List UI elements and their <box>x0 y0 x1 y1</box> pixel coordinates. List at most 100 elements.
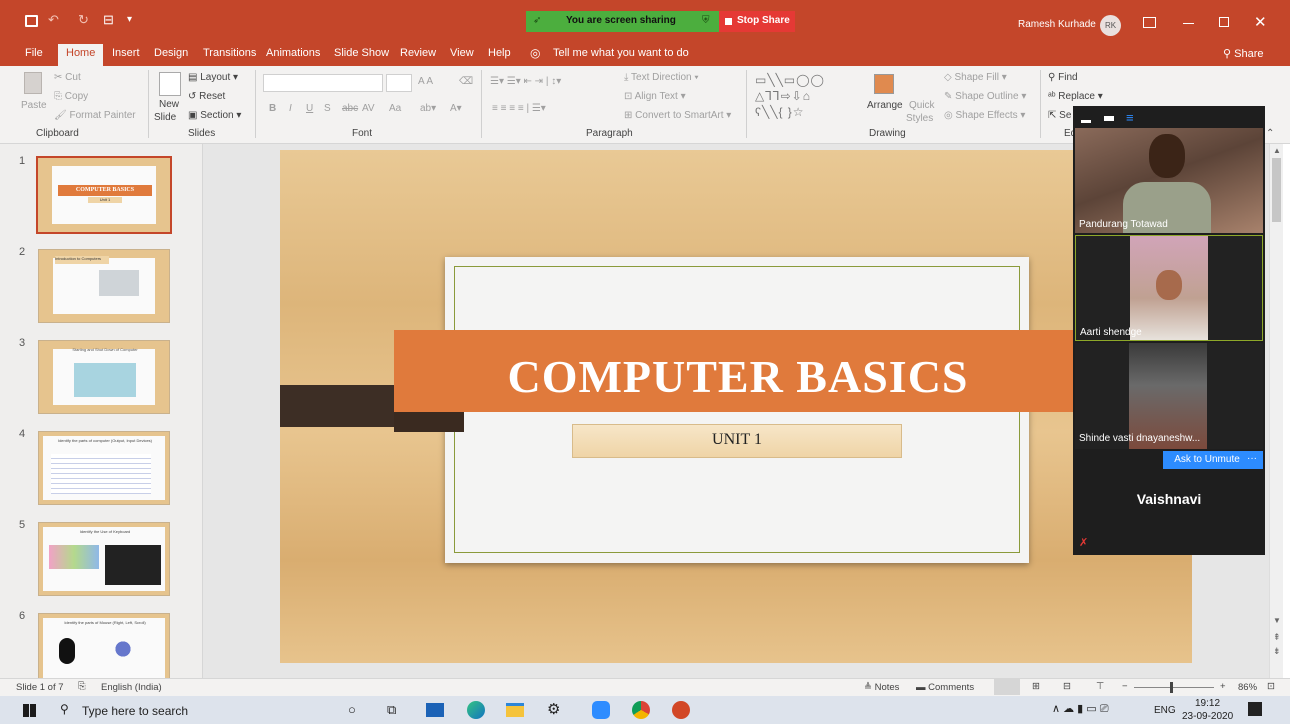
italic-button[interactable]: I <box>289 103 292 114</box>
view-list-icon[interactable]: ≡ <box>1126 110 1134 125</box>
vertical-scrollbar[interactable]: ▲ ▼ ⇞ ⇟ <box>1269 144 1283 678</box>
text-direction-button[interactable]: ⤓ Text Direction ▾ <box>624 72 699 83</box>
slide-thumbnail-4[interactable]: Identify the parts of computer (Output, … <box>38 431 170 505</box>
undo-icon[interactable]: ↶ <box>48 12 59 28</box>
windows-start-icon[interactable] <box>23 704 36 717</box>
tab-insert[interactable]: Insert <box>112 47 140 59</box>
underline-button[interactable]: U <box>306 103 313 114</box>
slide-show-icon[interactable]: ⊤ <box>1096 681 1104 692</box>
present-icon[interactable]: ⊟ <box>103 12 114 28</box>
participant-video-3[interactable]: Shinde vasti dnayaneshw... <box>1075 343 1263 449</box>
zoom-slider[interactable] <box>1134 687 1214 688</box>
ask-to-unmute-button[interactable]: Ask to Unmute <box>1163 451 1251 469</box>
tab-review[interactable]: Review <box>400 47 436 59</box>
clear-formatting-icon[interactable]: ⌫ <box>459 76 473 87</box>
slide-thumbnail-6[interactable]: Identify the parts of Mouse (Right, Left… <box>38 613 170 678</box>
slide-thumbnail-2[interactable]: Introduction to Computers <box>38 249 170 323</box>
settings-icon[interactable]: ⚙ <box>547 700 560 718</box>
tab-home[interactable]: Home <box>58 44 104 66</box>
normal-view-icon[interactable] <box>994 679 1020 695</box>
avatar[interactable]: RK <box>1100 15 1121 36</box>
format-painter-button[interactable]: 🖌 Format Painter <box>54 110 136 121</box>
reset-button[interactable]: ↺ Reset <box>188 91 225 102</box>
tell-me-search[interactable]: Tell me what you want to do <box>553 47 689 59</box>
bullets-icon[interactable]: ☰▾ ☰▾ ⇤ ⇥ | ↕▾ <box>490 76 561 87</box>
font-color-icon[interactable]: A▾ <box>450 103 462 114</box>
task-view-icon[interactable]: ⧉ <box>387 702 396 718</box>
system-tray-icons[interactable]: ∧ ☁ ▮ ▭ ⎚ <box>1052 702 1109 716</box>
character-spacing-button[interactable]: AV <box>362 103 375 114</box>
slide-thumbnail-5[interactable]: Identify the Use of Keyboard <box>38 522 170 596</box>
font-family-select[interactable] <box>263 74 383 92</box>
more-options-button[interactable]: ··· <box>1241 451 1263 469</box>
layout-button[interactable]: ▤ Layout ▾ <box>188 72 238 83</box>
fit-slide-icon[interactable]: ⊡ <box>1267 681 1275 692</box>
minimize-video-icon[interactable] <box>1081 120 1091 123</box>
powerpoint-icon[interactable] <box>672 701 690 719</box>
font-size-select[interactable] <box>386 74 412 92</box>
quick-styles-button[interactable]: Quick <box>909 100 935 111</box>
language-indicator[interactable]: ENG <box>1154 705 1176 716</box>
slide-thumbnail-1[interactable]: COMPUTER BASICS Unit 1 <box>36 156 172 234</box>
minimize-icon[interactable] <box>1183 23 1194 24</box>
zoom-slider-thumb[interactable] <box>1170 682 1173 693</box>
find-button[interactable]: ⚲ Find <box>1048 72 1078 83</box>
tab-transitions[interactable]: Transitions <box>203 47 256 59</box>
notifications-icon[interactable] <box>1248 702 1262 716</box>
stop-share-button[interactable]: Stop Share <box>719 11 795 32</box>
tab-animations[interactable]: Animations <box>266 47 320 59</box>
ribbon-display-icon[interactable] <box>1143 17 1156 28</box>
select-button[interactable]: ⇱ Se <box>1048 110 1071 121</box>
customize-quick-access[interactable]: ▾ <box>127 14 132 25</box>
file-explorer-icon[interactable] <box>506 703 524 717</box>
zoom-app-icon[interactable] <box>592 701 610 719</box>
align-icons[interactable]: ≡ ≡ ≡ ≡ | ☰▾ <box>492 103 546 114</box>
quick-styles-button-2[interactable]: Styles <box>906 113 933 124</box>
notes-button[interactable]: ≜ Notes <box>864 682 899 693</box>
taskbar-search-input[interactable]: Type here to search <box>82 704 188 718</box>
tab-view[interactable]: View <box>450 47 474 59</box>
shape-effects-button[interactable]: ◎ Shape Effects ▾ <box>944 110 1025 121</box>
align-text-button[interactable]: ⊡ Align Text ▾ <box>624 91 686 102</box>
spelling-icon[interactable]: ⎘ <box>78 681 86 692</box>
slide-title[interactable]: COMPUTER BASICS <box>394 330 1082 412</box>
cortana-icon[interactable]: ○ <box>348 702 356 717</box>
comments-button[interactable]: ▬ Comments <box>916 682 974 693</box>
reading-view-icon[interactable]: ⊟ <box>1063 681 1071 692</box>
replace-button[interactable]: ᵃᵇ Replace ▾ <box>1048 91 1103 102</box>
clock-time[interactable]: 19:12 <box>1195 698 1220 709</box>
shapes-gallery[interactable]: ▭╲╲▭◯◯ △⅂⅂⇨⇩⌂ ʕ╲╲{ }☆ <box>755 72 863 120</box>
bold-button[interactable]: B <box>269 103 276 114</box>
shape-outline-button[interactable]: ✎ Shape Outline ▾ <box>944 91 1026 102</box>
paste-button[interactable]: Paste <box>21 100 47 111</box>
zoom-level[interactable]: 86% <box>1238 682 1257 693</box>
highlight-icon[interactable]: ab▾ <box>420 103 436 114</box>
zoom-out-button[interactable]: − <box>1122 681 1128 692</box>
tab-slide-show[interactable]: Slide Show <box>334 47 389 59</box>
slide-thumbnail-3[interactable]: Starting and Shut Down of Computer <box>38 340 170 414</box>
shape-fill-button[interactable]: ◇ Shape Fill ▾ <box>944 72 1007 83</box>
share-button[interactable]: ⚲ Share <box>1223 47 1263 60</box>
section-button[interactable]: ▣ Section ▾ <box>188 110 241 121</box>
language-indicator[interactable]: English (India) <box>101 682 162 693</box>
grow-font-icon[interactable]: A A <box>418 76 433 87</box>
participant-video-2[interactable]: Aarti shendge <box>1075 235 1263 341</box>
change-case-button[interactable]: Aa <box>389 103 401 114</box>
zoom-in-button[interactable]: + <box>1220 681 1226 692</box>
restore-icon[interactable] <box>1219 17 1229 27</box>
scroll-thumb[interactable] <box>1272 158 1281 222</box>
strikethrough-button[interactable]: abc <box>342 103 358 114</box>
mail-icon[interactable] <box>426 703 444 717</box>
collapse-ribbon-icon[interactable]: ⌃ <box>1266 128 1274 139</box>
edge-icon[interactable] <box>467 701 485 719</box>
shadow-button[interactable]: S <box>324 103 331 114</box>
slide-sorter-icon[interactable]: ⊞ <box>1032 681 1040 692</box>
scroll-down-icon[interactable]: ▼ <box>1273 616 1281 625</box>
tab-design[interactable]: Design <box>154 47 188 59</box>
chrome-icon[interactable] <box>632 701 650 719</box>
cut-button[interactable]: ✂ Cut <box>54 72 81 83</box>
tab-file[interactable]: File <box>25 47 43 59</box>
slide-subtitle[interactable]: UNIT 1 <box>572 424 902 458</box>
new-slide-button[interactable]: New <box>159 99 179 110</box>
arrange-button[interactable]: Arrange <box>867 100 903 111</box>
